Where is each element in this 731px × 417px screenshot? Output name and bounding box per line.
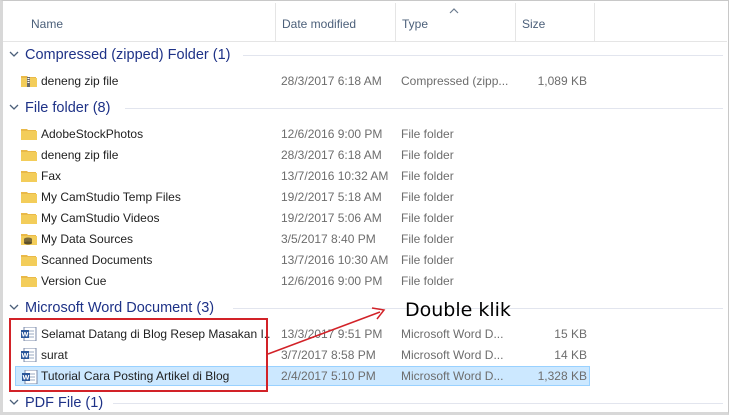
column-header-name[interactable]: Name (25, 3, 277, 41)
file-name: AdobeStockPhotos (41, 127, 144, 141)
group-divider (243, 55, 723, 56)
file-size: 1,328 KB (537, 369, 587, 383)
folder-icon (21, 274, 37, 288)
file-type: File folder (401, 211, 454, 225)
file-date-modified: 12/6/2016 9:00 PM (281, 127, 383, 141)
group-divider (113, 403, 723, 404)
file-type: File folder (401, 148, 454, 162)
file-row[interactable]: Scanned Documents 13/7/2016 10:30 AM File … (15, 250, 590, 270)
file-name: My CamStudio Videos (41, 211, 160, 225)
group-title: Compressed (zipped) Folder (1) (25, 47, 231, 63)
group-title: Microsoft Word Document (3) (25, 300, 215, 316)
column-header-size[interactable]: Size (515, 3, 595, 41)
sort-ascending-icon (449, 8, 459, 14)
chevron-down-icon[interactable] (8, 101, 20, 113)
file-row[interactable]: deneng zip file 28/3/2017 6:18 AM Compress… (15, 71, 590, 91)
group-header[interactable]: Compressed (zipped) Folder (1) (3, 45, 723, 65)
file-type: File folder (401, 169, 454, 183)
column-header-type-label: Type (402, 17, 429, 31)
file-name: deneng zip file (41, 148, 119, 162)
column-header-size-label: Size (522, 17, 546, 31)
file-name: Scanned Documents (41, 253, 153, 267)
file-row[interactable]: AdobeStockPhotos 12/6/2016 9:00 PM File fo… (15, 124, 590, 144)
file-name: My CamStudio Temp Files (41, 190, 181, 204)
folder-icon (21, 190, 37, 204)
file-type: Microsoft Word D... (401, 327, 504, 341)
file-type: File folder (401, 253, 454, 267)
file-name: Version Cue (41, 274, 107, 288)
file-date-modified: 28/3/2017 6:18 AM (281, 148, 382, 162)
file-name: My Data Sources (41, 232, 134, 246)
column-header-name-label: Name (31, 17, 64, 31)
file-type: Microsoft Word D... (401, 348, 504, 362)
group-header[interactable]: PDF File (1) (3, 393, 723, 413)
annotation-arrow-icon (267, 307, 386, 355)
folder-icon (21, 211, 37, 225)
folder-icon (21, 127, 37, 141)
group-header[interactable]: File folder (8) (3, 98, 723, 118)
file-row[interactable]: Fax 13/7/2016 10:32 AM File folder (15, 166, 590, 186)
group-title: PDF File (1) (25, 395, 104, 411)
file-type: File folder (401, 232, 454, 246)
file-date-modified: 13/7/2016 10:32 AM (281, 169, 389, 183)
file-name: Fax (41, 169, 62, 183)
group-title: File folder (8) (25, 100, 111, 116)
file-type: File folder (401, 190, 454, 204)
file-date-modified: 19/2/2017 5:06 AM (281, 211, 382, 225)
data-sources-folder-icon (21, 232, 37, 246)
file-date-modified: 3/5/2017 8:40 PM (281, 232, 376, 246)
folder-icon (21, 253, 37, 267)
file-row[interactable]: deneng zip file 28/3/2017 6:18 AM File fol… (15, 145, 590, 165)
file-date-modified: 28/3/2017 6:18 AM (281, 74, 382, 88)
zip-folder-icon (21, 74, 37, 88)
file-type: Compressed (zipp... (401, 74, 509, 88)
file-name: deneng zip file (41, 74, 119, 88)
column-header-date-label: Date modified (282, 17, 357, 31)
file-size: 1,089 KB (537, 74, 587, 88)
folder-icon (21, 169, 37, 183)
file-date-modified: 13/7/2016 10:30 AM (281, 253, 389, 267)
file-size: 15 KB (554, 327, 587, 341)
file-type: File folder (401, 274, 454, 288)
column-header-bar: Name Date modified Type Size (3, 3, 727, 42)
chevron-down-icon[interactable] (8, 301, 20, 313)
file-type: File folder (401, 127, 454, 141)
annotation-label: Double klik (405, 299, 511, 321)
file-size: 14 KB (554, 348, 587, 362)
file-row[interactable]: My CamStudio Videos 19/2/2017 5:06 AM File… (15, 208, 590, 228)
file-type: Microsoft Word D... (401, 369, 504, 383)
group-divider (125, 108, 723, 109)
chevron-down-icon[interactable] (8, 396, 20, 408)
annotation-highlight-box (9, 318, 268, 392)
column-header-date[interactable]: Date modified (275, 3, 395, 41)
file-row[interactable]: My Data Sources 3/5/2017 8:40 PM File fold… (15, 229, 590, 249)
file-date-modified: 19/2/2017 5:18 AM (281, 190, 382, 204)
chevron-down-icon[interactable] (8, 48, 20, 60)
folder-icon (21, 148, 37, 162)
file-date-modified: 12/6/2016 9:00 PM (281, 274, 383, 288)
file-row[interactable]: My CamStudio Temp Files 19/2/2017 5:18 AM… (15, 187, 590, 207)
file-row[interactable]: Version Cue 12/6/2016 9:00 PM File folder (15, 271, 590, 291)
file-date-modified: 2/4/2017 5:10 PM (281, 369, 376, 383)
